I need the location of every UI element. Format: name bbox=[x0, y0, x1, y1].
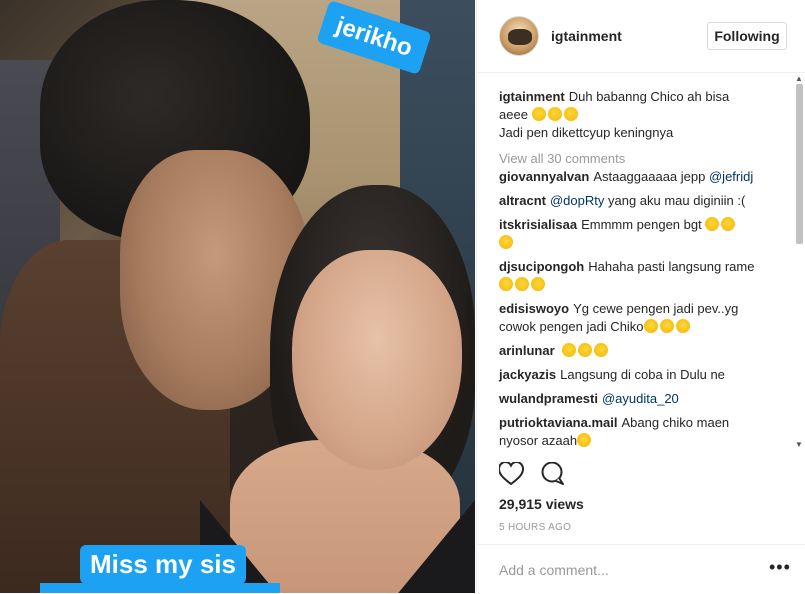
list-item: putrioktaviana.mail Abang chiko maen nyos… bbox=[499, 415, 730, 448]
emoji-icon bbox=[499, 235, 513, 249]
emoji-icon bbox=[563, 107, 578, 121]
list-item: giovannyalvan Astaaggaaaaa jepp @jefridj bbox=[499, 169, 754, 184]
header-username[interactable]: igtainment bbox=[551, 28, 622, 44]
heart-icon[interactable] bbox=[497, 460, 525, 486]
post-timestamp: 5 HOURS AGO bbox=[499, 522, 572, 533]
emoji-icon bbox=[594, 343, 609, 357]
instagram-post-view: jerikho Miss my sis igtainment Following… bbox=[0, 0, 805, 593]
list-item: altracnt @dopRty yang aku mau diginiin :( bbox=[499, 193, 746, 208]
avatar[interactable] bbox=[499, 16, 539, 56]
caption-sticker: Miss my sis bbox=[80, 545, 246, 584]
comment-icon[interactable] bbox=[541, 461, 564, 485]
emoji-icon bbox=[547, 107, 562, 121]
emoji-icon bbox=[577, 433, 592, 447]
view-all-comments-link[interactable]: View all 30 comments bbox=[499, 150, 625, 168]
emoji-icon bbox=[643, 319, 658, 333]
emoji-icon bbox=[659, 319, 674, 333]
post-sidebar: igtainment Following igtainment Duh baban… bbox=[476, 0, 805, 593]
comments-list: igtainment Duh babanng Chico ah bisa aeee… bbox=[477, 72, 793, 452]
emoji-icon bbox=[562, 343, 577, 357]
list-item: itskrisialisaa Emmmm pengen bgt bbox=[499, 216, 779, 252]
post-actions bbox=[497, 460, 569, 493]
emoji-icon bbox=[705, 217, 720, 231]
caption-username[interactable]: igtainment bbox=[499, 89, 565, 104]
post-header: igtainment Following bbox=[477, 0, 805, 73]
emoji-icon bbox=[515, 277, 529, 291]
scroll-up-icon[interactable]: ▲ bbox=[795, 74, 803, 83]
list-item: edisiswoyo Yg cewe pengen jadi pev..yg co… bbox=[499, 301, 739, 334]
emoji-icon bbox=[721, 217, 736, 231]
post-video[interactable]: jerikho Miss my sis bbox=[0, 0, 475, 593]
caption: igtainment Duh babanng Chico ah bisa aeee… bbox=[499, 89, 730, 140]
emoji-icon bbox=[531, 107, 546, 121]
list-item: wulandpramesti @ayudita_20 bbox=[499, 391, 679, 406]
add-comment-bar: Add a comment... ••• bbox=[477, 544, 805, 594]
add-comment-input[interactable]: Add a comment... bbox=[499, 562, 609, 578]
emoji-icon bbox=[499, 277, 513, 291]
view-count: 29,915 views bbox=[499, 496, 584, 512]
scrollbar-thumb[interactable] bbox=[796, 84, 803, 244]
list-item: jackyazis Langsung di coba in Dulu ne bbox=[499, 367, 725, 382]
scroll-down-icon[interactable]: ▼ bbox=[795, 440, 803, 449]
following-button[interactable]: Following bbox=[707, 22, 787, 50]
more-options-icon[interactable]: ••• bbox=[769, 557, 791, 578]
emoji-icon bbox=[675, 319, 690, 333]
list-item: arinlunar bbox=[499, 342, 779, 360]
emoji-icon bbox=[578, 343, 593, 357]
comments-scrollbar[interactable]: ▲ ▼ bbox=[793, 72, 805, 452]
emoji-icon bbox=[531, 277, 545, 291]
list-item: djsucipongoh Hahaha pasti langsung rame bbox=[499, 258, 779, 294]
